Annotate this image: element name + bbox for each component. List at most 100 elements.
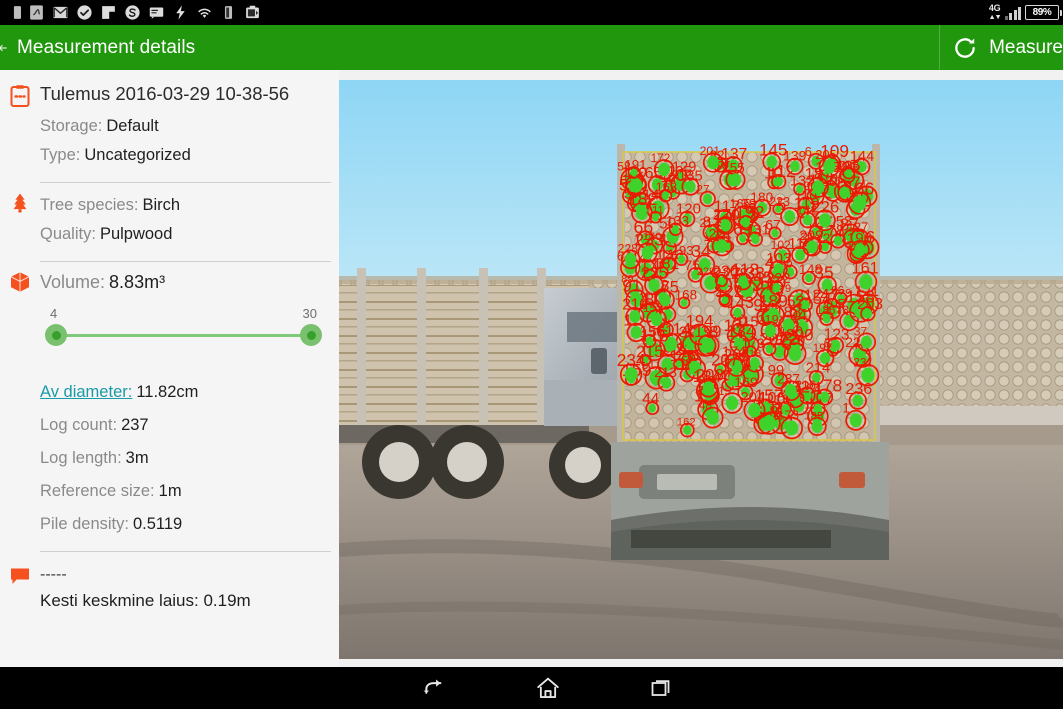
- clipboard-icon: [10, 85, 30, 107]
- wifi-icon: [198, 8, 211, 18]
- type-label: Type:: [40, 146, 81, 164]
- svg-text:204: 204: [740, 390, 765, 406]
- back-arrow-icon: [0, 44, 7, 51]
- svg-text:199: 199: [694, 323, 721, 341]
- svg-text:193: 193: [672, 243, 694, 258]
- back-button[interactable]: [0, 38, 8, 58]
- network-type-indicator: 4G ▲▼: [988, 3, 1002, 22]
- svg-text:155: 155: [722, 161, 744, 176]
- tree-species-value: Birch: [142, 196, 181, 214]
- status-bar: 4G ▲▼ 89%: [0, 0, 1063, 25]
- log-length-value: 3m: [125, 449, 149, 467]
- photo-canvas: 1234567891011121314151617181920212223242…: [339, 80, 1063, 659]
- refresh-icon: [955, 37, 975, 58]
- status-bar-system-icons: 4G ▲▼ 89%: [988, 0, 1062, 25]
- av-diameter-row[interactable]: Av diameter: 11.82cm: [40, 376, 339, 409]
- av-diameter-label[interactable]: Av diameter:: [40, 383, 132, 401]
- quality-label: Quality:: [40, 225, 96, 243]
- battery-percent-label: 89%: [1032, 7, 1052, 18]
- svg-text:143: 143: [727, 294, 754, 312]
- volume-label: Volume:: [40, 272, 106, 292]
- tree-species-label: Tree species:: [40, 196, 139, 214]
- svg-text:201: 201: [700, 144, 721, 158]
- svg-text:226: 226: [811, 197, 839, 216]
- svg-text:156: 156: [639, 324, 665, 341]
- svg-text:135: 135: [678, 168, 702, 184]
- home-icon: [537, 677, 559, 699]
- navigation-bar: [0, 667, 1063, 709]
- log-length-row: Log length: 3m: [40, 442, 339, 475]
- log-length-label: Log length:: [40, 449, 122, 467]
- nav-recents-button[interactable]: [621, 667, 701, 709]
- log-count-value: 237: [121, 416, 149, 434]
- page-title: Measurement details: [17, 36, 196, 58]
- svg-text:213: 213: [654, 365, 677, 380]
- comment-dashes: -----: [40, 566, 67, 583]
- tree-species-row: Tree species: Birch: [40, 191, 339, 220]
- slider-thumb-max[interactable]: [300, 324, 322, 346]
- svg-text:176: 176: [670, 348, 696, 365]
- volume-value: 8.83m³: [109, 272, 166, 292]
- svg-text:220: 220: [781, 333, 806, 349]
- app-bar: Measurement details Measure: [0, 25, 1063, 70]
- svg-text:214: 214: [806, 361, 831, 377]
- message-icon: [149, 7, 164, 19]
- status-bar-notification-icons: [4, 0, 989, 25]
- stats-section: Av diameter: 11.82cm Log count: 237 Log le…: [0, 366, 339, 551]
- tree-icon: [13, 193, 27, 213]
- type-value: Uncategorized: [84, 146, 191, 164]
- signature-app-icon: [30, 5, 43, 20]
- log-count-row: Log count: 237: [40, 409, 339, 442]
- identity-section: Tulemus 2016-03-29 10-38-56 Storage: Defa…: [0, 70, 339, 182]
- nav-back-button[interactable]: [395, 667, 475, 709]
- comment-section: ----- Kesti keskmine laius: 0.19m: [0, 552, 339, 611]
- svg-text:172: 172: [651, 151, 671, 165]
- network-type-label: 4G: [988, 3, 1001, 13]
- svg-text:231: 231: [853, 356, 873, 370]
- comment-icon: [11, 568, 29, 584]
- storage-label: Storage:: [40, 117, 103, 135]
- slider-max-label: 30: [302, 306, 317, 321]
- svg-text:185: 185: [804, 411, 823, 423]
- svg-text:192: 192: [735, 202, 765, 222]
- flag-icon: [102, 6, 115, 19]
- svg-text:237: 237: [777, 371, 800, 386]
- pile-density-value: 0.5119: [132, 515, 183, 533]
- screenshot-icon: [246, 5, 259, 19]
- app-icon-partial-icon: [13, 6, 21, 19]
- svg-text:148: 148: [799, 261, 823, 277]
- svg-text:209: 209: [799, 228, 823, 244]
- svg-text:103: 103: [766, 251, 791, 267]
- measurement-photo[interactable]: 1234567891011121314151617181920212223242…: [339, 80, 1063, 659]
- quality-row: Quality: Pulpwood: [40, 220, 339, 249]
- box-icon: [10, 272, 30, 292]
- diameter-range-slider[interactable]: 4 30: [40, 306, 327, 354]
- svg-text:186: 186: [816, 305, 835, 317]
- svg-text:222: 222: [766, 271, 790, 287]
- svg-text:196: 196: [847, 230, 872, 247]
- svg-text:91: 91: [622, 276, 641, 296]
- measurement-title: Tulemus 2016-03-29 10-38-56: [40, 83, 290, 104]
- usb-icon: [224, 6, 233, 19]
- slider-thumb-min[interactable]: [45, 324, 67, 346]
- pile-density-row: Pile density: 0.5119: [40, 508, 339, 541]
- measure-button[interactable]: Measure: [939, 25, 1063, 70]
- svg-text:1: 1: [842, 401, 850, 416]
- svg-text:133: 133: [666, 212, 690, 228]
- content-area: Tulemus 2016-03-29 10-38-56 Storage: Defa…: [0, 70, 1063, 667]
- quality-value: Pulpwood: [99, 225, 173, 243]
- storage-row: Storage: Default: [40, 112, 339, 141]
- svg-text:173: 173: [777, 408, 799, 423]
- comment-text: Kesti keskmine laius: 0.19m: [40, 590, 251, 610]
- svg-text:208: 208: [696, 366, 724, 385]
- nav-home-button[interactable]: [508, 667, 588, 709]
- battery-icon: 89%: [1025, 5, 1062, 20]
- svg-text:86: 86: [831, 284, 845, 298]
- back-arrow-icon: [423, 679, 442, 694]
- checkmark-circle-icon: [77, 5, 92, 20]
- flash-icon: [176, 5, 185, 20]
- details-sidebar: Tulemus 2016-03-29 10-38-56 Storage: Defa…: [0, 70, 339, 667]
- svg-text:223: 223: [769, 195, 790, 209]
- reference-size-value: 1m: [158, 482, 182, 500]
- svg-text:225: 225: [641, 265, 668, 282]
